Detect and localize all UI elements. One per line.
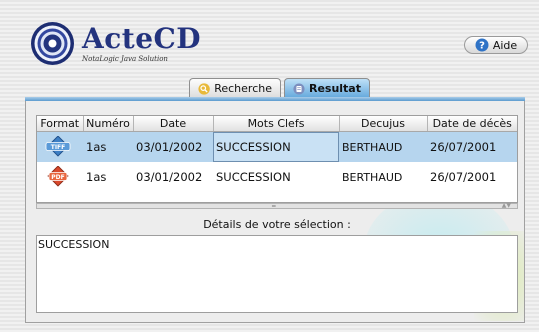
tiff-file-icon: TIFF — [45, 136, 71, 157]
date-cell: 03/01/2002 — [133, 131, 213, 162]
numero-cell: 1as — [86, 170, 107, 184]
collapse-arrows-icon[interactable]: ▲▼ — [502, 202, 511, 209]
column-header-mots-clefs[interactable]: Mots Clefs — [213, 116, 340, 132]
column-header-date[interactable]: Date — [133, 116, 214, 132]
decujus-cell: BERTHAUD — [339, 131, 427, 162]
results-icon — [293, 82, 305, 95]
decujus-cell: BERTHAUD — [342, 170, 403, 184]
column-header-date-deces[interactable]: Date de décès — [427, 116, 517, 132]
tab-recherche-label: Recherche — [214, 82, 272, 95]
tab-resultat-label: Resultat — [308, 82, 361, 95]
grip-icon: ═ — [272, 203, 276, 210]
details-label: Détails de votre sélection : — [203, 218, 351, 231]
results-panel: Format Numéro Date Mots Clefs Decujus Da… — [25, 101, 525, 323]
help-button[interactable]: ? Aide — [464, 36, 528, 54]
details-text-area[interactable]: SUCCESSION — [36, 235, 518, 313]
help-icon: ? — [475, 38, 489, 52]
tab-recherche[interactable]: Recherche — [189, 78, 281, 98]
app-brand: ActeCD — [82, 22, 202, 55]
mots-clefs-cell: SUCCESSION — [213, 131, 339, 162]
column-header-decujus[interactable]: Decujus — [339, 116, 428, 132]
date-deces-cell: 26/07/2001 — [430, 170, 497, 184]
column-header-format[interactable]: Format — [37, 116, 84, 132]
split-pane-divider[interactable]: ═ ▲▼ — [36, 202, 518, 210]
table-row[interactable]: TIFF 1as 03/01/2002 SUCCESSION BERTHAUD … — [37, 131, 517, 162]
date-deces-cell: 26/07/2001 — [427, 131, 517, 162]
format-cell: PDF — [37, 162, 83, 192]
help-label: Aide — [492, 38, 518, 52]
app-tagline: NotaLogic Java Solution — [82, 55, 168, 63]
table-row[interactable]: PDF 1as 03/01/2002 SUCCESSION BERTHAUD 2… — [37, 162, 517, 192]
svg-text:?: ? — [479, 41, 485, 52]
svg-text:PDF: PDF — [51, 174, 64, 181]
search-icon — [198, 82, 210, 95]
mots-clefs-cell: SUCCESSION — [216, 170, 291, 184]
date-cell: 03/01/2002 — [136, 170, 203, 184]
results-table: Format Numéro Date Mots Clefs Decujus Da… — [36, 115, 518, 203]
format-cell: TIFF — [37, 131, 83, 162]
column-header-numero[interactable]: Numéro — [83, 116, 134, 132]
numero-cell: 1as — [83, 131, 133, 162]
actecd-logo-icon — [31, 22, 74, 65]
table-header-row: Format Numéro Date Mots Clefs Decujus Da… — [37, 116, 517, 132]
pdf-file-icon: PDF — [47, 166, 69, 187]
tab-resultat[interactable]: Resultat — [284, 78, 370, 98]
svg-text:TIFF: TIFF — [51, 144, 66, 151]
